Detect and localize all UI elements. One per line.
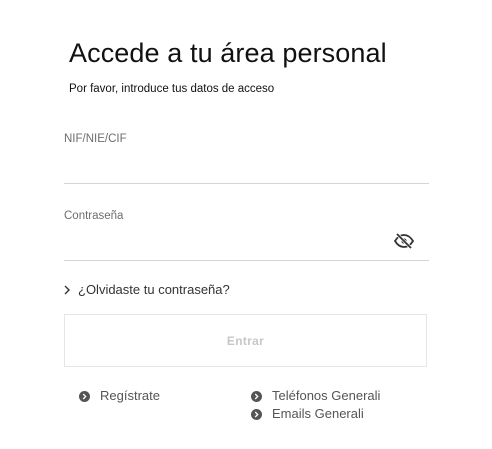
id-input[interactable] (64, 155, 429, 181)
chevron-right-icon (63, 284, 72, 296)
id-field: NIF/NIE/CIF (64, 133, 429, 185)
links-right: Teléfonos Generali Emails Generali (251, 386, 380, 422)
register-link[interactable]: Regístrate (79, 386, 160, 404)
id-field-underline (64, 183, 429, 184)
arrow-circle-icon (251, 390, 262, 402)
forgot-password-label: ¿Olvidaste tu contraseña? (78, 282, 230, 297)
password-field: Contraseña (64, 210, 429, 262)
eye-slash-icon[interactable] (393, 232, 415, 250)
password-field-underline (64, 260, 429, 261)
register-link-label: Regístrate (100, 387, 160, 403)
emails-link[interactable]: Emails Generali (251, 404, 380, 422)
login-panel: Accede a tu área personal Por favor, int… (0, 0, 492, 449)
password-field-label: Contraseña (64, 210, 124, 222)
phones-link-label: Teléfonos Generali (272, 387, 381, 403)
page-title: Accede a tu área personal (69, 38, 387, 68)
phones-link[interactable]: Teléfonos Generali (251, 386, 380, 404)
forgot-password-link[interactable]: ¿Olvidaste tu contraseña? (63, 282, 230, 297)
page-subtitle: Por favor, introduce tus datos de acceso (69, 83, 275, 95)
id-field-label: NIF/NIE/CIF (64, 133, 127, 145)
password-input[interactable] (64, 232, 384, 258)
arrow-circle-icon (79, 390, 90, 402)
submit-button[interactable]: Entrar (64, 314, 427, 367)
emails-link-label: Emails Generali (272, 405, 364, 421)
arrow-circle-icon (251, 408, 262, 420)
links-left: Regístrate (79, 386, 160, 404)
